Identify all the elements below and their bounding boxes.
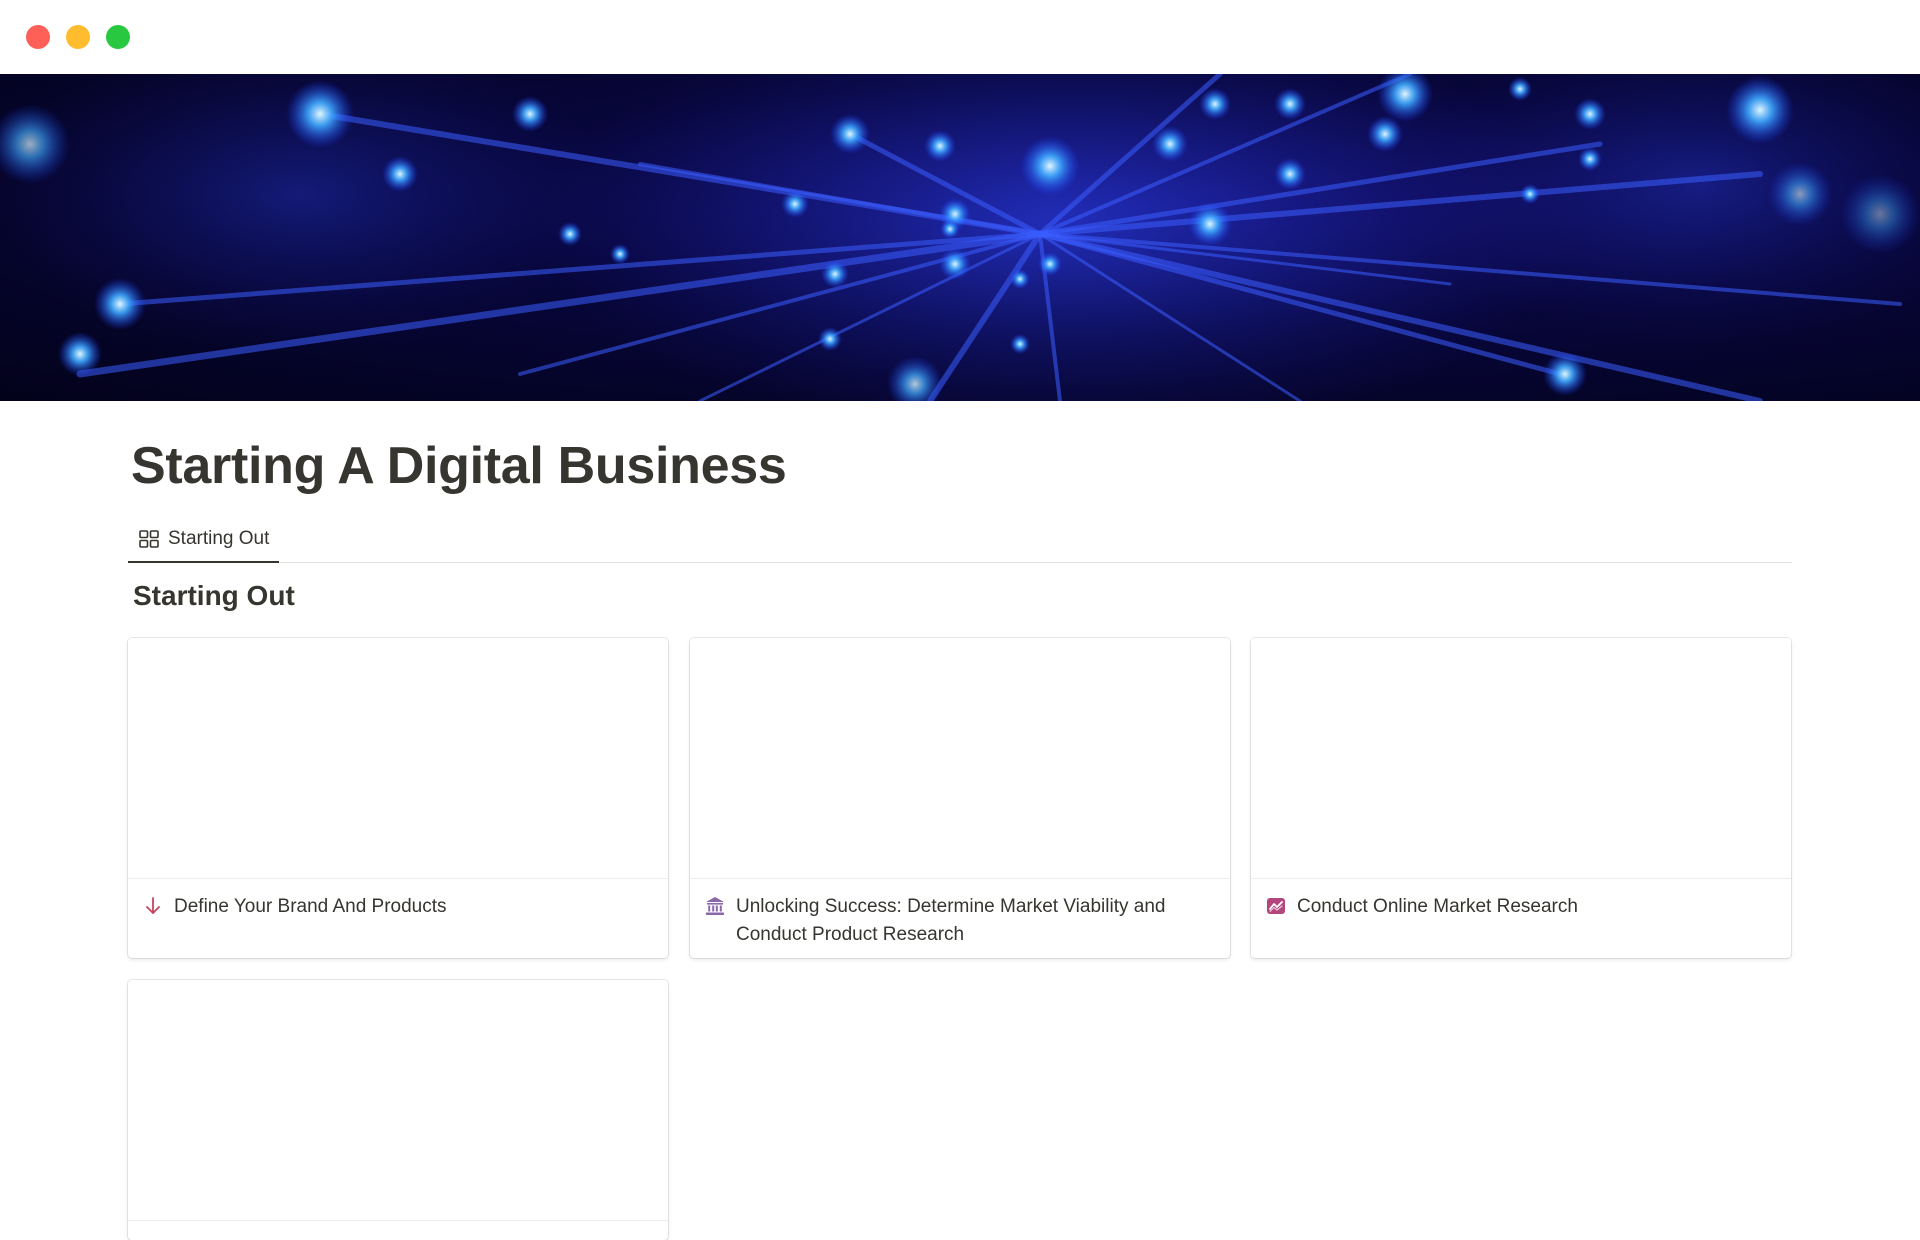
card-title: Define Your Brand And Products — [174, 896, 447, 917]
bank-icon — [704, 895, 726, 917]
card-cover — [690, 638, 1230, 879]
card-body: Unlocking Success: Determine Market Viab… — [690, 879, 1230, 958]
tab-label: Starting Out — [168, 527, 270, 549]
zoom-window-button[interactable] — [106, 25, 130, 49]
card-cover — [128, 980, 668, 1221]
card-cover — [128, 638, 668, 879]
gallery-card[interactable]: Define Your Brand And Products — [128, 638, 668, 958]
view-tabs: Starting Out — [128, 516, 1792, 563]
page-cover-image[interactable] — [0, 74, 1920, 401]
minimize-window-button[interactable] — [66, 25, 90, 49]
gallery-card[interactable]: Conduct Online Market Research — [1251, 638, 1791, 958]
gallery-card[interactable] — [128, 980, 668, 1240]
card-title: Unlocking Success: Determine Market Viab… — [736, 896, 1166, 945]
chart-icon — [1265, 895, 1287, 917]
page-title[interactable]: Starting A Digital Business — [131, 432, 787, 500]
card-cover — [1251, 638, 1791, 879]
card-title: Conduct Online Market Research — [1297, 896, 1578, 917]
gallery-card[interactable]: Unlocking Success: Determine Market Viab… — [690, 638, 1230, 958]
gallery-view-icon — [138, 528, 160, 550]
arrow-down-icon — [142, 895, 164, 917]
card-body: Conduct Online Market Research — [1251, 879, 1791, 935]
close-window-button[interactable] — [26, 25, 50, 49]
gallery-heading: Starting Out — [133, 580, 295, 611]
card-body: Define Your Brand And Products — [128, 879, 668, 935]
window-titlebar — [0, 0, 1920, 74]
tab-starting-out[interactable]: Starting Out — [128, 516, 280, 563]
fiber-optic-cover-image — [0, 74, 1920, 401]
